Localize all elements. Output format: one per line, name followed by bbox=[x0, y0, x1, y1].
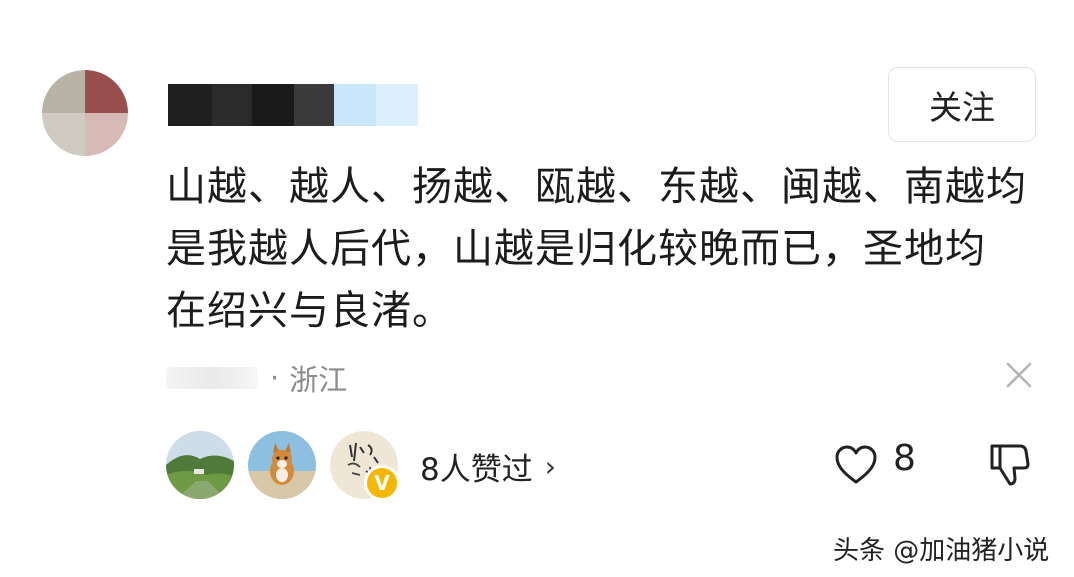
comment-text: 山越、越人、扬越、瓯越、东越、闽越、南越均 是我越人后代，山越是归化较晚而已，圣… bbox=[166, 156, 1046, 342]
comment-line: 在绍兴与良渚。 bbox=[166, 288, 453, 334]
calligraphy-avatar[interactable]: V bbox=[330, 431, 400, 501]
liked-by-link[interactable]: 8人赞过 › bbox=[420, 444, 556, 489]
corgi-avatar[interactable] bbox=[248, 431, 316, 499]
timestamp-redacted bbox=[166, 367, 258, 389]
verified-badge-icon: V bbox=[364, 465, 400, 501]
comment-line: 山越、越人、扬越、瓯越、东越、闽越、南越均 bbox=[166, 164, 1027, 210]
like-count: 8 bbox=[893, 438, 916, 479]
follow-button[interactable]: 关注 bbox=[888, 67, 1036, 142]
thumbs-down-icon[interactable] bbox=[988, 442, 1030, 488]
close-icon[interactable] bbox=[1000, 356, 1038, 394]
chevron-right-icon: › bbox=[544, 450, 556, 483]
comment-line: 是我越人后代，山越是归化较晚而已，圣地均 bbox=[166, 226, 986, 272]
comment-meta: · 浙江 bbox=[166, 358, 347, 398]
watermark: 头条 @加油猪小说 bbox=[833, 536, 1050, 566]
location-label: 浙江 bbox=[289, 363, 348, 397]
commenter-avatar[interactable] bbox=[42, 70, 128, 156]
meta-separator: · bbox=[270, 361, 280, 395]
heart-icon[interactable] bbox=[834, 444, 878, 486]
commenter-username[interactable] bbox=[168, 84, 418, 126]
liked-by-label: 8人赞过 bbox=[420, 452, 533, 488]
landscape-avatar[interactable] bbox=[166, 431, 234, 499]
likers-avatars[interactable]: V bbox=[166, 430, 412, 501]
